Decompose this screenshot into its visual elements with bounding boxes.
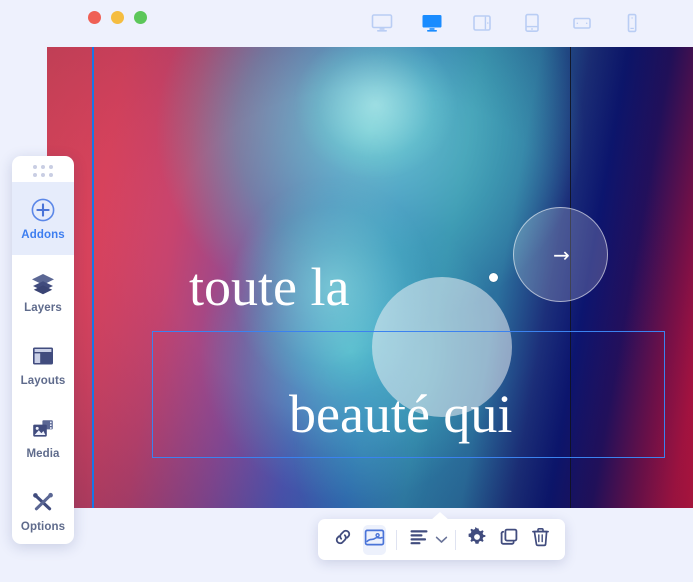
sidebar-item-label-layouts: Layouts — [20, 374, 66, 387]
device-button-mobile[interactable] — [619, 8, 645, 38]
window-controls — [88, 11, 147, 24]
tools-icon — [30, 489, 56, 515]
window-minimize-button[interactable] — [111, 11, 124, 24]
sidebar-item-layers[interactable]: Layers — [12, 255, 74, 328]
layouts-icon — [30, 343, 56, 369]
device-button-tablet-landscape[interactable] — [469, 8, 495, 38]
window-close-button[interactable] — [88, 11, 101, 24]
device-button-mobile-landscape[interactable] — [569, 8, 595, 38]
sidebar-item-label-media: Media — [26, 447, 60, 460]
sidebar-item-layouts[interactable]: Layouts — [12, 328, 74, 401]
media-image-icon — [30, 416, 56, 442]
tablet-icon — [523, 13, 541, 33]
arrow-right-icon: → — [553, 242, 570, 267]
sidebar-item-options[interactable]: Options — [12, 474, 74, 544]
sidebar-drag-handle[interactable] — [12, 156, 74, 182]
toolbar-button-link[interactable] — [331, 525, 355, 555]
trash-icon — [531, 527, 550, 552]
slide-canvas[interactable]: → toute la beauté qui existe encore auto… — [47, 47, 693, 508]
toolbar-button-delete[interactable] — [528, 525, 552, 555]
editor-sidebar: Addons Layers Layouts Media Options — [12, 156, 74, 544]
link-icon — [333, 527, 353, 552]
gear-icon — [467, 526, 487, 552]
monitor-filled-icon — [421, 13, 443, 33]
toolbar-button-align-caret[interactable] — [434, 527, 448, 553]
editor-root: → toute la beauté qui existe encore auto… — [0, 0, 693, 582]
device-button-desktop[interactable] — [419, 8, 445, 38]
sidebar-item-media[interactable]: Media — [12, 401, 74, 474]
toolbar-button-duplicate[interactable] — [497, 525, 521, 555]
element-toolbar — [318, 512, 565, 560]
image-icon — [364, 528, 385, 552]
sidebar-item-label-addons: Addons — [21, 228, 65, 241]
drag-dots-icon — [33, 165, 53, 177]
sidebar-item-addons[interactable]: Addons — [12, 182, 74, 255]
decorative-circle-shape[interactable] — [372, 277, 512, 417]
element-resize-handle[interactable] — [489, 273, 498, 282]
toolbar-button-settings[interactable] — [465, 525, 489, 555]
sidebar-item-label-options: Options — [20, 520, 66, 533]
duplicate-icon — [499, 527, 519, 552]
toolbar-divider-1 — [396, 529, 397, 550]
layers-icon — [30, 270, 56, 296]
slide-next-button[interactable]: → — [513, 207, 608, 302]
guide-line-left — [92, 47, 94, 508]
mobile-icon — [625, 13, 639, 33]
tablet-landscape-icon — [472, 14, 492, 32]
plus-circle-icon — [30, 197, 56, 223]
monitor-icon — [371, 13, 393, 33]
toolbar-button-align[interactable] — [407, 525, 431, 555]
device-button-desktop-large[interactable] — [369, 8, 395, 38]
window-zoom-button[interactable] — [134, 11, 147, 24]
window-topbar — [0, 0, 693, 47]
device-preview-toolbar — [369, 8, 645, 38]
align-left-icon — [409, 528, 429, 551]
chevron-down-icon — [435, 531, 448, 549]
sidebar-item-label-layers: Layers — [24, 301, 62, 314]
mobile-landscape-icon — [572, 15, 592, 31]
device-button-tablet[interactable] — [519, 8, 545, 38]
toolbar-divider-2 — [454, 529, 456, 550]
toolbar-button-image[interactable] — [362, 524, 387, 555]
